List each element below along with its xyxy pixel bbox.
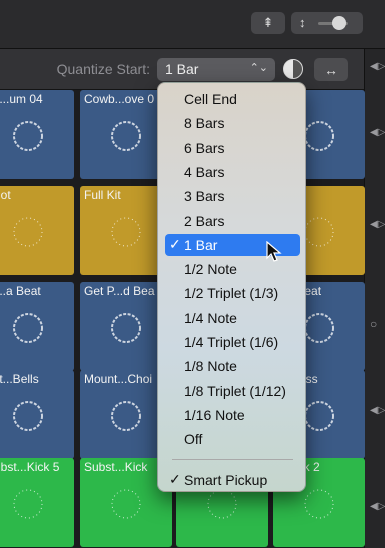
cell-name: Subst...Kick 5: [0, 460, 60, 474]
waveform-ring-icon: [111, 121, 141, 151]
cell-name: Cowb...ove 0: [84, 92, 155, 106]
waveform-ring-icon: [111, 217, 141, 247]
menu-item-label: 8 Bars: [184, 115, 225, 132]
loop-cell[interactable]: or...a Beat: [0, 282, 74, 371]
smart-pickup-item[interactable]: ✓ Smart Pickup: [165, 469, 300, 491]
menu-item-label: Smart Pickup: [184, 471, 268, 488]
scene-stop-icon[interactable]: ○: [370, 317, 377, 331]
snap-button[interactable]: ⇞: [251, 12, 285, 34]
menu-item[interactable]: 1/8 Note: [165, 355, 300, 377]
horizontal-arrows-icon: ↔: [324, 61, 338, 78]
scene-play-icon[interactable]: ◀▷: [370, 405, 385, 416]
waveform-ring-icon: [13, 401, 43, 431]
menu-item-label: 3 Bars: [184, 188, 225, 205]
cell-name: unt...Bells: [0, 372, 39, 386]
zoom-slider-knob[interactable]: [332, 16, 346, 30]
cell-name: Subst...Kick: [84, 460, 148, 474]
loop-cell[interactable]: Subst...Kick 5: [0, 458, 74, 547]
quantize-start-popup[interactable]: 1 Bar ⌃⌄: [157, 58, 275, 81]
waveform-ring-icon: [13, 121, 43, 151]
checkmark-icon: ✓: [169, 235, 181, 252]
quantize-start-label: Quantize Start:: [56, 61, 150, 77]
menu-item[interactable]: 2 Bars: [165, 210, 300, 232]
menu-item-label: Off: [184, 431, 203, 448]
menu-item-label: 1/8 Triplet (1/12): [184, 382, 286, 399]
waveform-ring-icon: [304, 489, 334, 519]
menu-item[interactable]: 1/2 Triplet (1/3): [165, 282, 300, 304]
menu-item-label: 1 Bar: [184, 236, 218, 253]
menu-item-label: 6 Bars: [184, 139, 225, 156]
menu-item[interactable]: 1/4 Note: [165, 307, 300, 329]
cell-name: Get P...d Bea: [84, 284, 155, 298]
menu-item-label: 1/16 Note: [184, 406, 245, 423]
menu-item[interactable]: 1/4 Triplet (1/6): [165, 331, 300, 353]
menu-separator: [172, 458, 293, 460]
menu-item[interactable]: 1/16 Note: [165, 404, 300, 426]
menu-item-label: 2 Bars: [184, 212, 225, 229]
waveform-ring-icon: [13, 313, 43, 343]
scene-trigger-strip: ◀▷ ◀▷ ◀▷ ○ ◀▷ ◀▷: [364, 49, 385, 548]
menu-item-label: 1/4 Triplet (1/6): [184, 334, 279, 350]
waveform-ring-icon: [13, 489, 43, 519]
half-circle-icon[interactable]: [283, 59, 303, 79]
expand-horizontal-button[interactable]: ↔: [314, 58, 348, 81]
scene-play-icon[interactable]: ◀▷: [370, 501, 385, 512]
menu-item[interactable]: Off: [165, 428, 300, 450]
menu-item-label: 1/2 Note: [184, 261, 237, 278]
menu-item-label: 1/8 Note: [184, 358, 237, 375]
waveform-ring-icon: [13, 217, 43, 247]
scene-play-icon[interactable]: ◀▷: [370, 127, 385, 138]
waveform-ring-icon: [111, 313, 141, 343]
menu-item-label: 1/4 Note: [184, 309, 237, 326]
waveform-ring-icon: [111, 401, 141, 431]
menu-item-label: 4 Bars: [184, 163, 225, 180]
quantize-start-value: 1 Bar: [165, 61, 199, 77]
cell-name: or...a Beat: [0, 284, 41, 298]
popup-arrows-icon: ⌃⌄: [249, 62, 268, 74]
menu-item[interactable]: Cell End: [165, 88, 300, 110]
snap-icon: ⇞: [262, 15, 274, 30]
loop-cell[interactable]: Shot: [0, 186, 74, 275]
cell-name: an...um 04: [0, 92, 43, 106]
scene-play-icon[interactable]: ◀▷: [370, 219, 385, 230]
scene-play-icon[interactable]: ◀▷: [370, 61, 385, 72]
menu-item[interactable]: 3 Bars: [165, 185, 300, 207]
cell-name: Shot: [0, 188, 11, 202]
waveform-ring-icon: [111, 489, 141, 519]
menu-item-label: 1/2 Triplet (1/3): [184, 285, 279, 302]
menu-item[interactable]: 4 Bars: [165, 161, 300, 183]
checkmark-icon: ✓: [169, 470, 181, 487]
top-toolbar: ⇞ ↕: [0, 0, 385, 49]
loop-cell[interactable]: an...um 04: [0, 90, 74, 179]
menu-item-label: Cell End: [184, 91, 237, 107]
cell-name: Mount...Choi: [84, 372, 153, 386]
menu-item[interactable]: 8 Bars: [165, 112, 300, 134]
vertical-zoom-icon: ↕: [299, 15, 306, 30]
menu-item[interactable]: 1/8 Triplet (1/12): [165, 380, 300, 402]
loop-cell[interactable]: unt...Bells: [0, 370, 74, 459]
menu-item[interactable]: 6 Bars: [165, 137, 300, 159]
cell-name: Full Kit: [84, 188, 121, 202]
quantize-start-menu: Cell End 8 Bars 6 Bars 4 Bars 3 Bars 2 Bars ✓ 1…: [157, 82, 306, 492]
mouse-cursor-icon: [266, 241, 282, 262]
